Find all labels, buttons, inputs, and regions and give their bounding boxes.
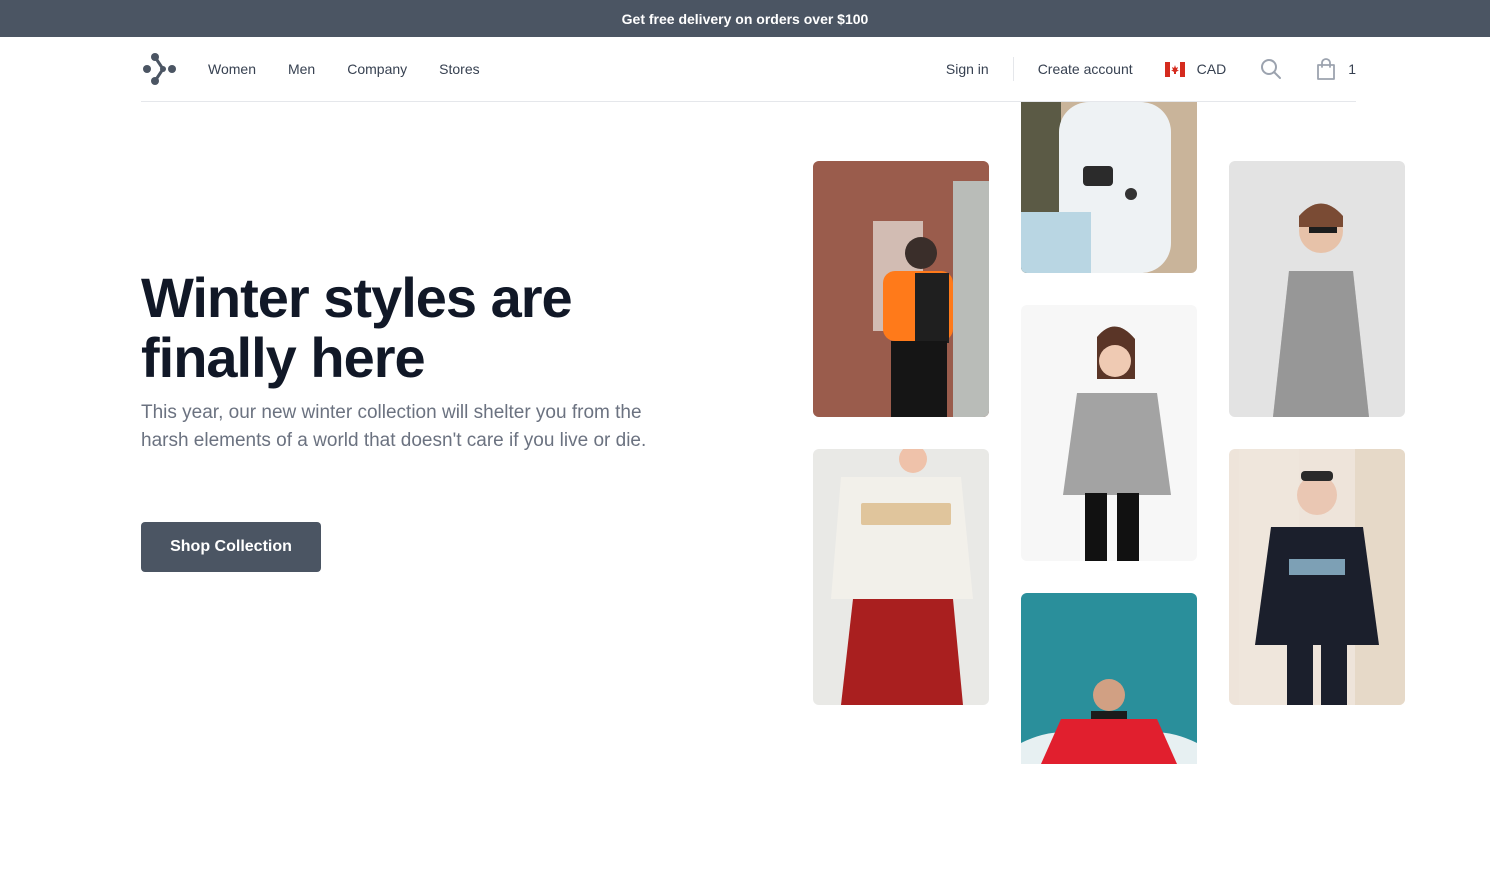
shop-collection-button[interactable]: Shop Collection (141, 522, 321, 572)
man-white-sweater-phone-photo (1021, 102, 1197, 273)
woman-au-revoir-sweater-photo (813, 449, 989, 705)
woman-plaid-dress-sunglasses-photo (1229, 161, 1405, 417)
search-icon[interactable] (1260, 58, 1282, 80)
man-boston-hoodie-photo (1229, 449, 1405, 705)
cart-count: 1 (1348, 61, 1356, 77)
nav-divider (1012, 57, 1014, 81)
create-account-link[interactable]: Create account (1038, 61, 1133, 77)
brand-logo-icon[interactable] (141, 52, 177, 86)
main-navbar: Women Men Company Stores Sign in Create … (141, 37, 1356, 102)
sign-in-link[interactable]: Sign in (946, 61, 989, 77)
account-actions: Sign in Create account CAD 1 (946, 37, 1356, 101)
cart-button[interactable]: 1 (1316, 58, 1356, 80)
primary-nav-links: Women Men Company Stores (208, 61, 480, 77)
man-orange-puffer-jacket-photo (813, 161, 989, 417)
currency-label: CAD (1196, 61, 1227, 77)
shopping-bag-icon (1317, 58, 1336, 80)
nav-link-stores[interactable]: Stores (439, 61, 479, 77)
nav-link-company[interactable]: Company (347, 61, 407, 77)
man-red-hoodie-sky-photo (1021, 593, 1197, 764)
canada-flag-icon (1164, 61, 1185, 77)
hero-subtitle: This year, our new winter collection wil… (141, 402, 647, 451)
promo-text: Get free delivery on orders over $100 (621, 10, 869, 27)
woman-grey-sweatshirt-photo (1021, 305, 1197, 561)
nav-link-women[interactable]: Women (208, 61, 256, 77)
currency-selector[interactable]: CAD (1164, 61, 1227, 77)
hero-title: Winter styles are finally here (141, 266, 573, 389)
nav-link-men[interactable]: Men (288, 61, 315, 77)
promo-banner: Get free delivery on orders over $100 (0, 0, 1490, 37)
